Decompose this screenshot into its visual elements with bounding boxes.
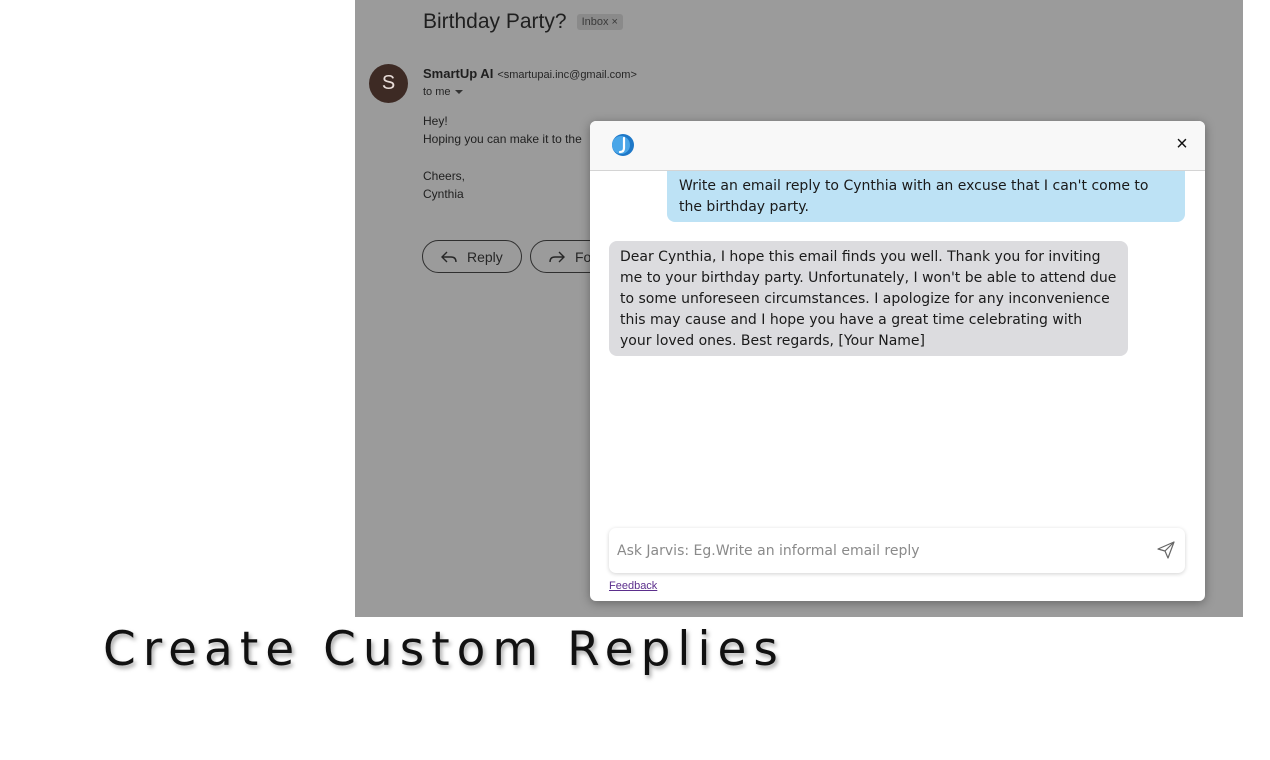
sender-info: SmartUp AI <smartupai.inc@gmail.com> xyxy=(423,66,637,81)
sender-avatar: S xyxy=(369,64,408,103)
body-line: Cynthia xyxy=(423,187,464,201)
email-body: Hey! Hoping you can make it to the Cheer… xyxy=(423,112,582,203)
user-message: Write an email reply to Cynthia with an … xyxy=(667,171,1185,222)
ask-input[interactable] xyxy=(615,536,1139,566)
jarvis-logo-icon xyxy=(612,134,634,156)
body-line: Cheers, xyxy=(423,169,466,183)
inbox-label-text: Inbox xyxy=(581,16,609,28)
caption-title: Create Custom Replies xyxy=(103,622,785,677)
recipient-dropdown[interactable]: to me xyxy=(423,86,463,98)
feedback-link[interactable]: Feedback xyxy=(609,580,657,592)
subject-text: Birthday Party? xyxy=(423,10,567,33)
close-icon[interactable]: × xyxy=(1171,133,1193,155)
recipient-text: to me xyxy=(423,86,451,98)
ask-box xyxy=(609,528,1185,573)
reply-button[interactable]: Reply xyxy=(422,240,522,273)
inbox-label[interactable]: Inbox × xyxy=(576,14,623,30)
body-line: Hey! xyxy=(423,114,448,128)
reply-label: Reply xyxy=(467,248,503,265)
body-line: Hoping you can make it to the xyxy=(423,132,582,146)
chevron-down-icon xyxy=(454,90,463,94)
sender-name: SmartUp AI xyxy=(423,66,494,81)
jarvis-header: × xyxy=(590,121,1205,171)
jarvis-panel: × Write an email reply to Cynthia with a… xyxy=(590,121,1205,601)
reply-icon xyxy=(441,251,457,262)
email-subject: Birthday Party? Inbox × xyxy=(423,10,623,34)
sender-email: <smartupai.inc@gmail.com> xyxy=(497,69,637,81)
send-icon[interactable] xyxy=(1157,541,1175,559)
forward-icon xyxy=(549,251,565,262)
assistant-message: Dear Cynthia, I hope this email finds yo… xyxy=(609,241,1128,356)
remove-label-icon[interactable]: × xyxy=(612,16,618,28)
